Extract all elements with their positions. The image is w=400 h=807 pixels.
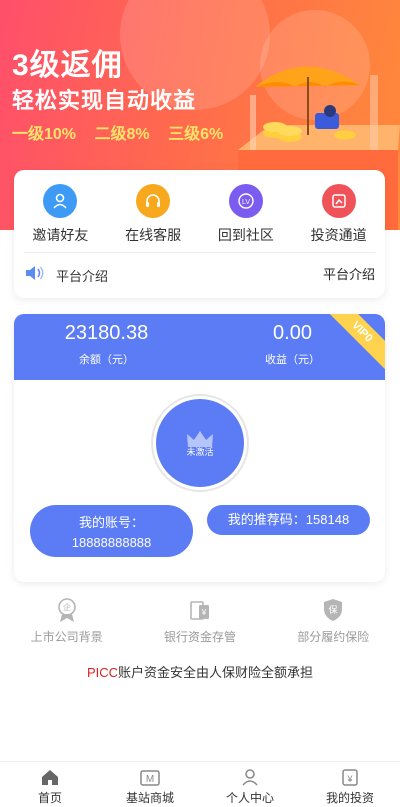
notice-bar[interactable]: 平台介绍 平台介绍 [24, 262, 375, 286]
tab-label: 首页 [37, 791, 62, 805]
tab-my-investment[interactable]: ¥ 我的投资 [305, 762, 395, 807]
tab-home[interactable]: 首页 [5, 762, 95, 807]
feature-label: 银行资金存管 [163, 630, 236, 644]
feature-listed-company: 企 上市公司背景 [7, 596, 127, 645]
rate-level-2: 二级8% [94, 126, 150, 143]
user-icon [205, 767, 295, 787]
account-card: 23180.38 余额（元） 0.00 收益（元） VIP0 未激活 我的账号：… [14, 314, 385, 582]
svg-text:M: M [146, 774, 154, 785]
investment-icon [321, 184, 356, 218]
mall-icon: M [105, 767, 195, 787]
balance-value: 23180.38 [64, 322, 149, 344]
balance-block: 23180.38 余额（元） [14, 322, 199, 367]
svg-text:¥: ¥ [346, 774, 353, 784]
rate-level-3: 三级6% [168, 126, 224, 143]
feature-insurance: 保 部分履约保险 [273, 596, 393, 645]
investment-wallet-icon: ¥ [305, 767, 395, 787]
investment-channel-label: 投资通道 [310, 227, 367, 243]
income-label: 收益（元） [265, 354, 320, 366]
online-service-button[interactable]: 在线客服 [109, 184, 197, 245]
balance-label: 余额（元） [79, 354, 134, 366]
account-number: 18888888888 [71, 535, 152, 550]
svg-text:LV: LV [242, 199, 250, 206]
account-summary: 23180.38 余额（元） 0.00 收益（元） VIP0 [14, 314, 385, 380]
online-service-label: 在线客服 [125, 227, 182, 243]
my-account-button[interactable]: 我的账号： 18888888888 [30, 505, 193, 557]
tab-profile[interactable]: 个人中心 [205, 762, 295, 807]
banner-rates: 一级10% 二级8% 三级6% [12, 120, 237, 144]
referral-code-button[interactable]: 我的推荐码：158148 [207, 505, 370, 535]
banner-subtitle: 轻松实现自动收益 [12, 88, 197, 113]
divider [24, 252, 375, 253]
trust-features: 企 上市公司背景 ¥ 银行资金存管 保 部分履约保险 [0, 596, 400, 645]
svg-text:¥: ¥ [201, 608, 207, 617]
membership-status[interactable]: 未激活 [151, 394, 249, 492]
bottom-tab-bar: 首页 M 基站商城 个人中心 ¥ 我的投资 [0, 761, 400, 807]
home-icon [5, 767, 95, 787]
headset-icon [136, 184, 171, 218]
rate-level-1: 一级10% [12, 126, 77, 143]
tab-label: 个人中心 [225, 791, 274, 805]
tab-label: 基站商城 [125, 791, 174, 805]
feature-label: 上市公司背景 [30, 630, 103, 644]
notice-text: 平台介绍 [56, 269, 109, 284]
tab-mall[interactable]: M 基站商城 [105, 762, 195, 807]
picc-brand: PICC [86, 665, 119, 680]
feature-bank-custody: ¥ 银行资金存管 [140, 596, 260, 645]
bank-deposit-icon: ¥ [140, 596, 260, 624]
account-label: 我的账号： [78, 515, 144, 530]
insurance-shield-icon: 保 [273, 596, 393, 624]
platform-intro-link[interactable]: 平台介绍 [323, 264, 375, 283]
invite-friends-button[interactable]: 邀请好友 [16, 184, 104, 245]
quick-actions-card: 邀请好友 在线客服 LV 回到社区 投资通道 平台介绍 平台介绍 [14, 170, 385, 298]
lv-badge-icon: LV [228, 184, 263, 218]
svg-text:企: 企 [63, 602, 71, 612]
invite-user-icon [43, 184, 78, 218]
investment-channel-button[interactable]: 投资通道 [295, 184, 383, 245]
guarantee-text: 账户资金安全由人保财险全额承担 [118, 665, 314, 680]
feature-label: 部分履约保险 [297, 630, 370, 644]
back-to-community-label: 回到社区 [217, 227, 274, 243]
activation-status: 未激活 [186, 446, 214, 457]
banner-title: 3级返佣 [12, 49, 123, 82]
guarantee-notice: PICC账户资金安全由人保财险全额承担 [0, 662, 400, 681]
svg-text:保: 保 [329, 604, 338, 615]
invite-friends-label: 邀请好友 [32, 227, 89, 243]
tab-label: 我的投资 [325, 791, 374, 805]
certified-badge-icon: 企 [7, 596, 127, 624]
speaker-icon [26, 266, 44, 280]
back-to-community-button[interactable]: LV 回到社区 [202, 184, 290, 245]
